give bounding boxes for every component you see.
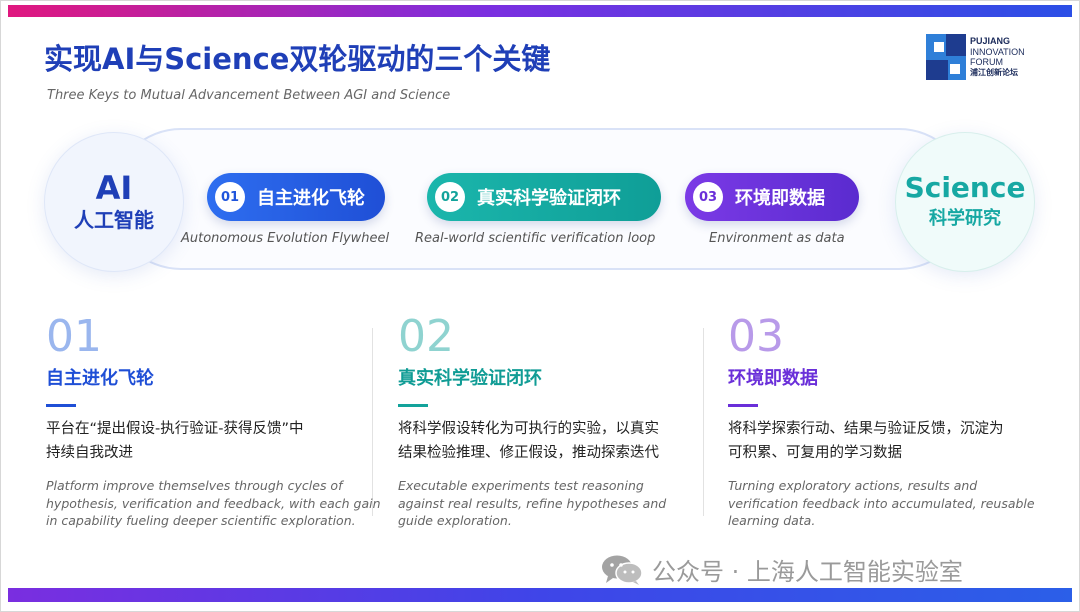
science-circle: Science 科学研究 bbox=[895, 132, 1035, 272]
science-circle-subtitle: 科学研究 bbox=[929, 208, 1001, 229]
page-title: 实现AI与Science双轮驱动的三个关键 bbox=[44, 42, 551, 76]
key-pill-1: 01 自主进化飞轮 bbox=[207, 173, 385, 221]
column-1-cn-line: 平台在“提出假设-执行验证-获得反馈”中 bbox=[46, 421, 304, 437]
column-3-en-line: verification feedback into accumulated, … bbox=[728, 495, 1035, 511]
column-1-en-line: hypothesis, verification and feedback, w… bbox=[46, 495, 381, 511]
column-2-accent-line bbox=[398, 404, 428, 407]
column-2-description-en: Executable experiments test reasoning ag… bbox=[398, 477, 708, 530]
key-pill-3-number: 03 bbox=[693, 182, 723, 212]
column-1-number: 01 bbox=[46, 311, 102, 362]
key-pill-3-label: 环境即数据 bbox=[735, 188, 825, 209]
column-3-number: 03 bbox=[728, 311, 784, 362]
watermark-text: 公众号 · 上海人工智能实验室 bbox=[652, 558, 963, 586]
column-1-description-cn: 平台在“提出假设-执行验证-获得反馈”中 持续自我改进 bbox=[46, 417, 356, 465]
column-3-title: 环境即数据 bbox=[728, 368, 818, 389]
page-subtitle: Three Keys to Mutual Advancement Between… bbox=[47, 88, 451, 103]
column-2-number: 02 bbox=[398, 311, 454, 362]
column-2-cn-line: 结果检验推理、修正假设，推动探索迭代 bbox=[398, 445, 659, 461]
logo-line2: INNOVATION bbox=[970, 46, 1025, 57]
logo-mark-icon bbox=[926, 34, 966, 80]
column-1-title: 自主进化飞轮 bbox=[46, 368, 154, 389]
key-pill-2: 02 真实科学验证闭环 bbox=[427, 173, 661, 221]
column-2-cn-line: 将科学假设转化为可执行的实验，以真实 bbox=[398, 421, 659, 437]
column-1-en-line: in capability fueling deeper scientific … bbox=[46, 513, 356, 528]
science-circle-title: Science bbox=[904, 171, 1026, 204]
column-2-en-line: Executable experiments test reasoning bbox=[398, 478, 644, 493]
top-gradient-bar bbox=[8, 5, 1072, 17]
wechat-icon bbox=[602, 555, 643, 585]
column-3-cn-line: 将科学探索行动、结果与验证反馈，沉淀为 bbox=[728, 421, 1004, 437]
column-1-cn-line: 持续自我改进 bbox=[46, 445, 133, 461]
column-3-en-line: learning data. bbox=[728, 513, 816, 528]
key-column-1: 01 自主进化飞轮 平台在“提出假设-执行验证-获得反馈”中 持续自我改进 Pl… bbox=[46, 311, 381, 530]
pujiang-forum-logo: PUJIANG INNOVATION FORUM 浦江创新论坛 bbox=[926, 34, 1036, 82]
watermark: 公众号 · 上海人工智能实验室 bbox=[600, 552, 963, 587]
key-pill-1-label: 自主进化飞轮 bbox=[257, 188, 365, 209]
column-3-description-cn: 将科学探索行动、结果与验证反馈，沉淀为 可积累、可复用的学习数据 bbox=[728, 417, 1038, 465]
column-3-description-en: Turning exploratory actions, results and… bbox=[728, 477, 1038, 530]
column-3-en-line: Turning exploratory actions, results and bbox=[728, 478, 978, 493]
key-pill-2-label: 真实科学验证闭环 bbox=[477, 188, 621, 209]
logo-line4: 浦江创新论坛 bbox=[970, 67, 1018, 77]
column-1-description-en: Platform improve themselves through cycl… bbox=[46, 477, 381, 530]
logo-line1: PUJIANG bbox=[970, 36, 1011, 46]
ai-circle-title: AI bbox=[95, 169, 133, 207]
ai-circle: AI 人工智能 bbox=[44, 132, 184, 272]
column-3-cn-line: 可积累、可复用的学习数据 bbox=[728, 445, 902, 461]
ai-circle-subtitle: 人工智能 bbox=[74, 208, 154, 232]
column-1-accent-line bbox=[46, 404, 76, 407]
bottom-gradient-bar bbox=[8, 588, 1072, 602]
column-divider bbox=[372, 328, 373, 516]
column-3-accent-line bbox=[728, 404, 758, 407]
logo-line3: FORUM bbox=[970, 57, 1003, 67]
column-2-en-line: against real results, refine hypotheses … bbox=[398, 495, 667, 511]
key-column-2: 02 真实科学验证闭环 将科学假设转化为可执行的实验，以真实 结果检验推理、修正… bbox=[398, 312, 708, 530]
key-pill-3: 03 环境即数据 bbox=[685, 173, 859, 221]
key-pill-2-english: Real-world scientific verification loop bbox=[415, 231, 656, 246]
column-2-en-line: guide exploration. bbox=[398, 513, 512, 528]
column-1-en-line: Platform improve themselves through cycl… bbox=[46, 478, 343, 493]
column-2-title: 真实科学验证闭环 bbox=[398, 368, 542, 389]
key-pill-3-english: Environment as data bbox=[709, 231, 845, 246]
key-column-3: 03 环境即数据 将科学探索行动、结果与验证反馈，沉淀为 可积累、可复用的学习数… bbox=[728, 312, 1038, 530]
column-2-description-cn: 将科学假设转化为可执行的实验，以真实 结果检验推理、修正假设，推动探索迭代 bbox=[398, 417, 708, 465]
key-pill-1-number: 01 bbox=[215, 182, 245, 212]
key-pill-1-english: Autonomous Evolution Flywheel bbox=[181, 231, 390, 246]
key-pill-2-number: 02 bbox=[435, 182, 465, 212]
